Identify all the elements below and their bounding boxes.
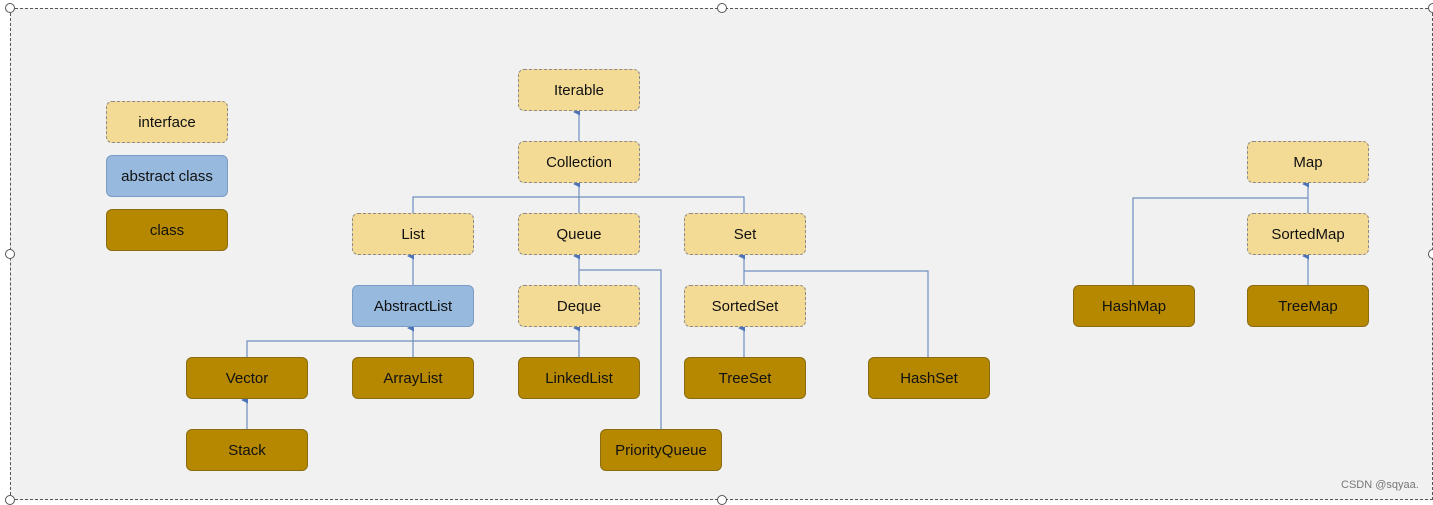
watermark: CSDN @sqyaa. <box>1341 479 1419 491</box>
node-priorityqueue: PriorityQueue <box>600 429 722 471</box>
node-stack: Stack <box>186 429 308 471</box>
resize-handle-top[interactable] <box>717 3 727 13</box>
node-treeset: TreeSet <box>684 357 806 399</box>
resize-handle-top-right[interactable] <box>1428 3 1433 13</box>
legend-abstract-class: abstract class <box>106 155 228 197</box>
node-treemap: TreeMap <box>1247 285 1369 327</box>
node-map: Map <box>1247 141 1369 183</box>
resize-handle-bottom[interactable] <box>717 495 727 505</box>
resize-handle-top-left[interactable] <box>5 3 15 13</box>
node-sortedset: SortedSet <box>684 285 806 327</box>
node-deque: Deque <box>518 285 640 327</box>
node-queue: Queue <box>518 213 640 255</box>
resize-handle-left[interactable] <box>5 249 15 259</box>
node-sortedmap: SortedMap <box>1247 213 1369 255</box>
node-collection: Collection <box>518 141 640 183</box>
node-list: List <box>352 213 474 255</box>
legend-class: class <box>106 209 228 251</box>
node-hashset: HashSet <box>868 357 990 399</box>
node-arraylist: ArrayList <box>352 357 474 399</box>
node-hashmap: HashMap <box>1073 285 1195 327</box>
node-vector: Vector <box>186 357 308 399</box>
node-linkedlist: LinkedList <box>518 357 640 399</box>
legend-interface: interface <box>106 101 228 143</box>
node-set: Set <box>684 213 806 255</box>
resize-handle-right[interactable] <box>1428 249 1433 259</box>
node-iterable: Iterable <box>518 69 640 111</box>
resize-handle-bottom-left[interactable] <box>5 495 15 505</box>
node-abstractlist: AbstractList <box>352 285 474 327</box>
